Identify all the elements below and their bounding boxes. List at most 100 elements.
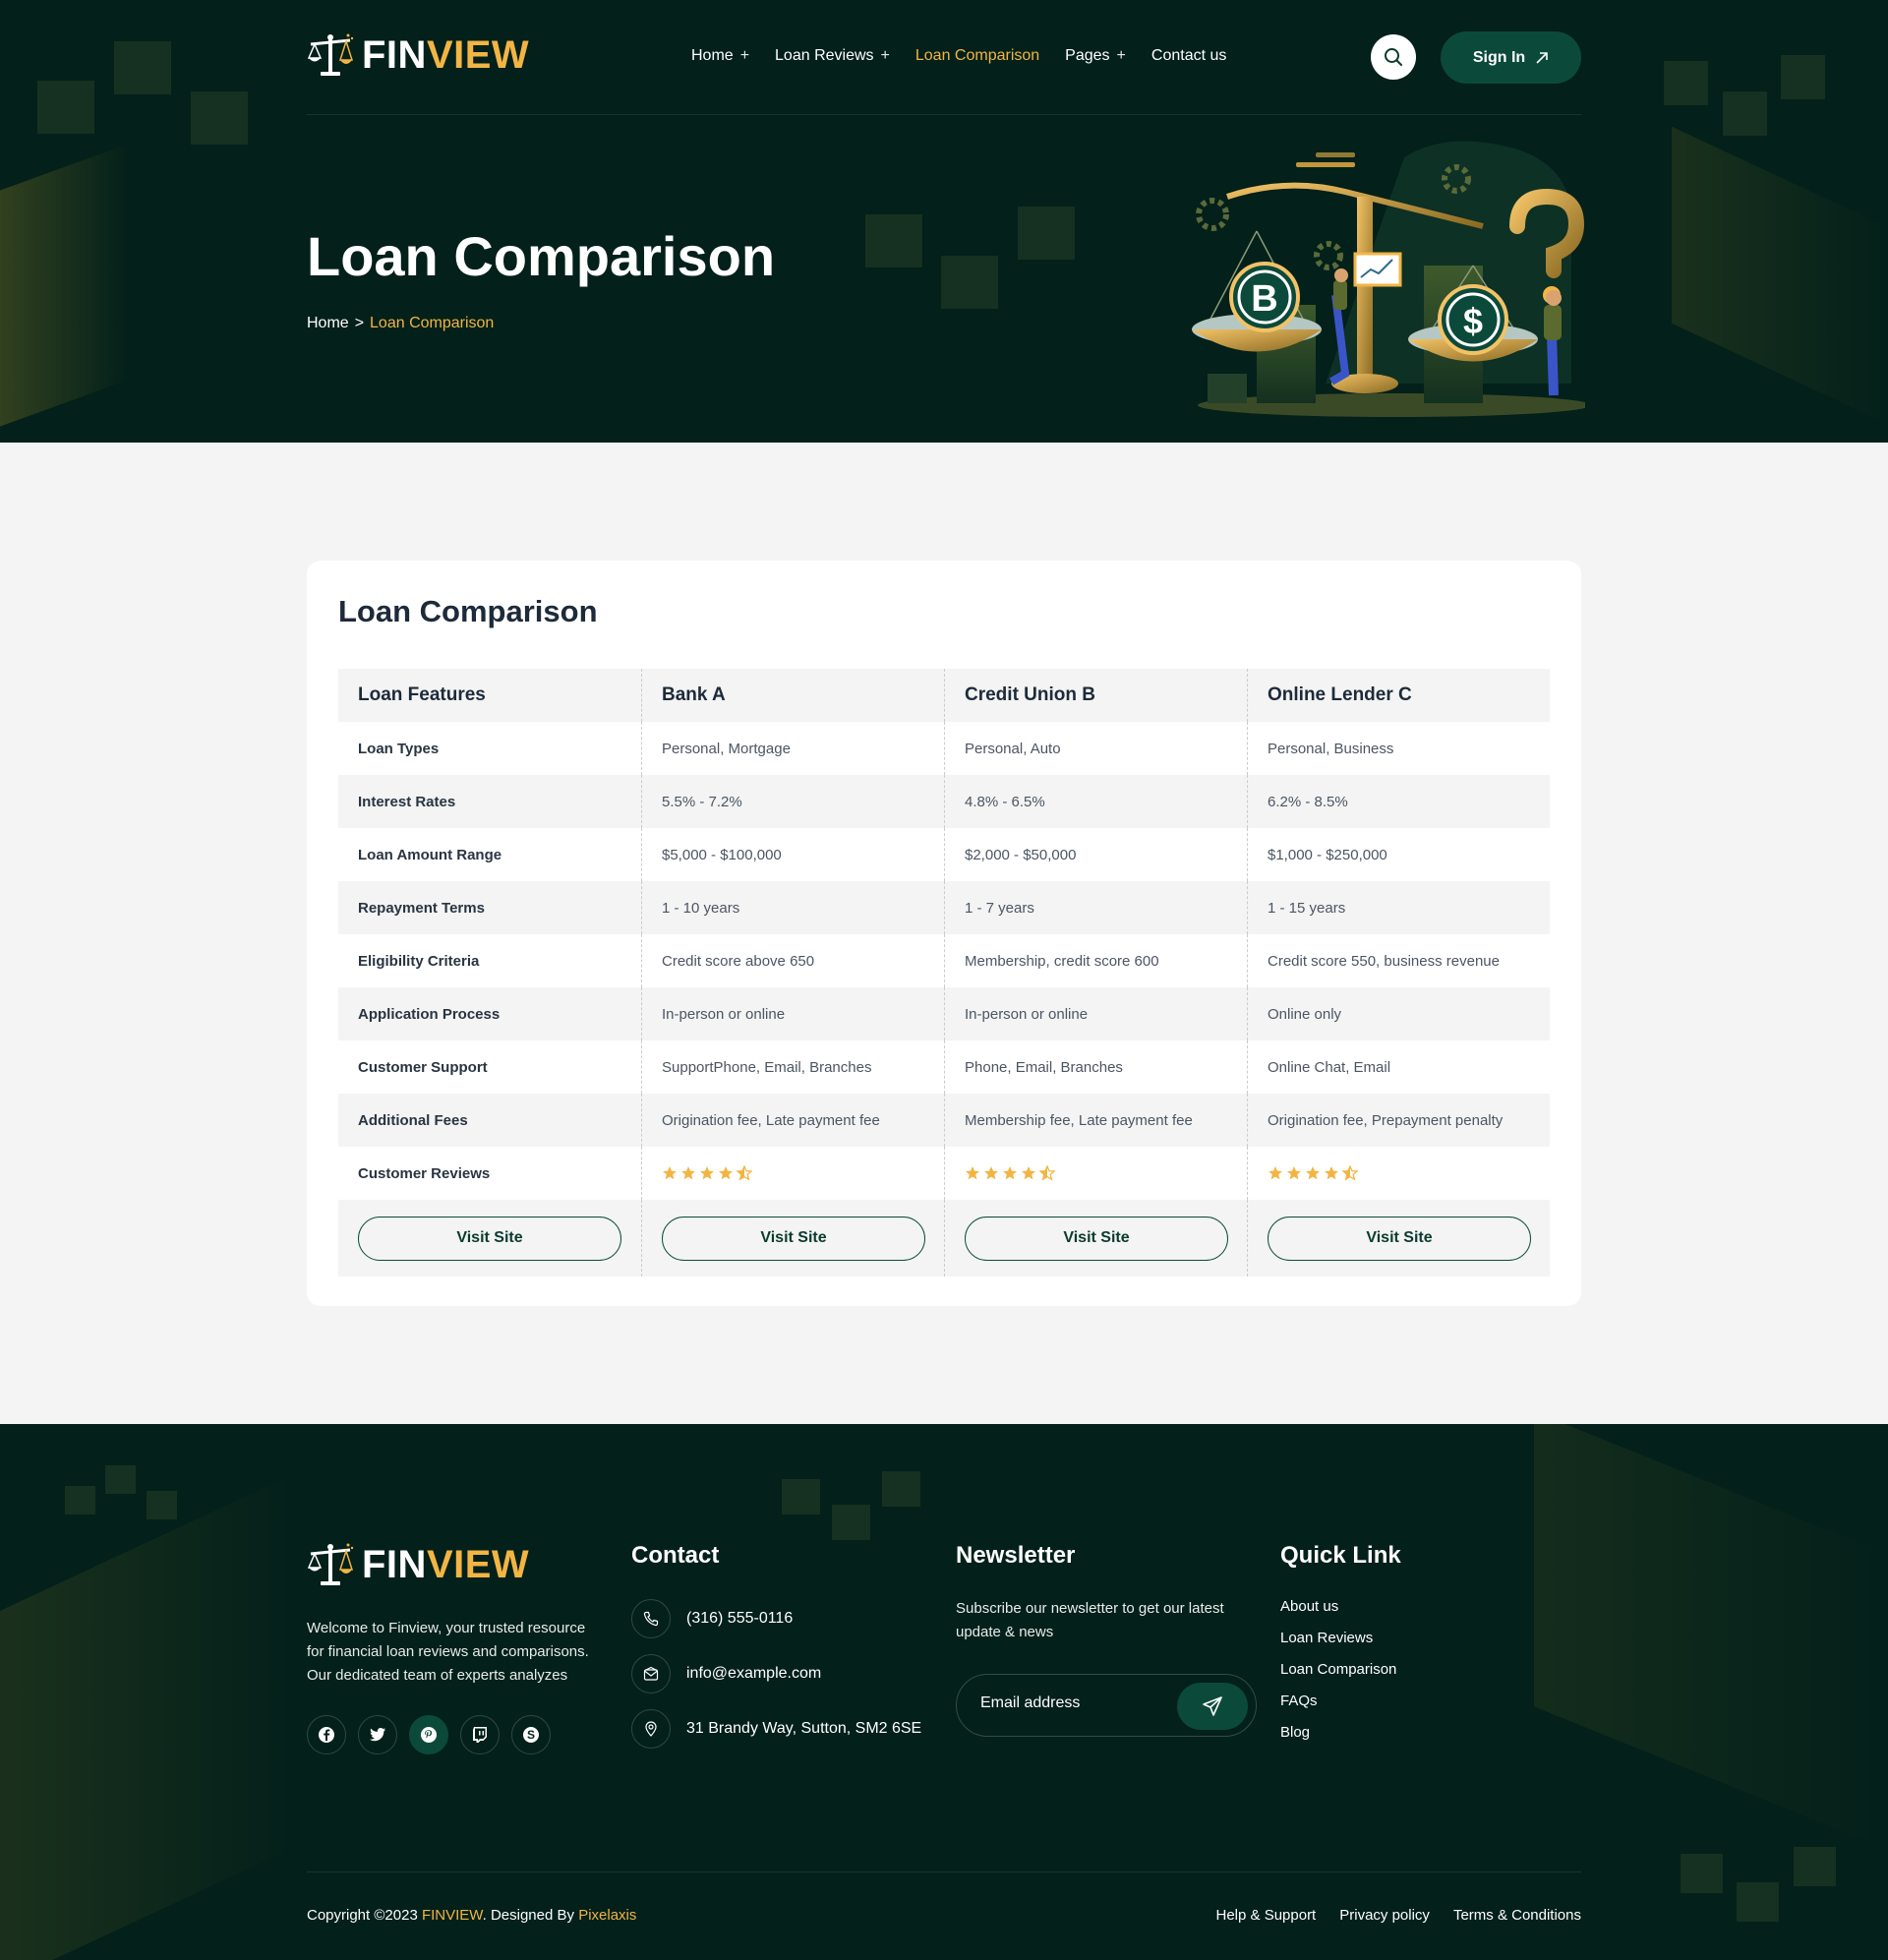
star-half-icon (1039, 1165, 1055, 1181)
table-row: Customer Support SupportPhone, Email, Br… (338, 1040, 1550, 1094)
decor-square (1018, 207, 1075, 260)
top-navbar: FINVIEW Home + Loan Reviews + Loan Compa… (307, 0, 1581, 115)
contact-address-text: 31 Brandy Way, Sutton, SM2 6SE (686, 1720, 922, 1737)
nav-item-contact-us[interactable]: Contact us (1151, 47, 1226, 65)
logo-wordmark: FINVIEW (362, 1543, 529, 1587)
pinterest-link[interactable] (409, 1715, 448, 1754)
table-cell: $2,000 - $50,000 (944, 828, 1247, 881)
contact-phone[interactable]: (316) 555-0116 (631, 1599, 921, 1638)
help-support-link[interactable]: Help & Support (1216, 1907, 1317, 1924)
facebook-link[interactable] (307, 1715, 346, 1754)
sign-in-button[interactable]: Sign In (1441, 31, 1581, 84)
copyright-mid: . Designed By (482, 1907, 579, 1924)
star-rating (662, 1165, 752, 1181)
visit-site-button[interactable]: Visit Site (965, 1216, 1228, 1261)
nav-item-pages[interactable]: Pages + (1065, 47, 1126, 65)
decor-square (1794, 1847, 1836, 1886)
table-cell: Customer Reviews (358, 1164, 491, 1182)
twitch-link[interactable] (460, 1715, 500, 1754)
logo-text-part2: VIEW (426, 32, 530, 77)
main-nav: Home + Loan Reviews + Loan Comparison Pa… (691, 47, 1252, 65)
quick-link-about-us[interactable]: About us (1280, 1591, 1401, 1623)
action-cell: Visit Site (641, 1200, 944, 1277)
decor-square (114, 41, 171, 94)
action-cell: Visit Site (338, 1200, 641, 1277)
nav-label: Pages (1065, 47, 1110, 64)
table-header-cell: Bank A (641, 669, 944, 722)
quick-link-faqs[interactable]: FAQs (1280, 1686, 1401, 1717)
quick-link-blog[interactable]: Blog (1280, 1717, 1401, 1749)
table-cell: Credit score 550, business revenue (1247, 934, 1550, 987)
copyright-brand[interactable]: FINVIEW (422, 1907, 483, 1924)
search-button[interactable] (1371, 34, 1416, 80)
contact-email[interactable]: info@example.com (631, 1654, 921, 1693)
table-cell: Application Process (358, 1005, 501, 1023)
table-cell: Online Chat, Email (1247, 1040, 1550, 1094)
table-cell: Additional Fees (358, 1111, 468, 1129)
sign-in-label: Sign In (1472, 48, 1526, 66)
privacy-policy-link[interactable]: Privacy policy (1339, 1907, 1430, 1924)
visit-site-button[interactable]: Visit Site (1268, 1216, 1531, 1261)
star-full-icon (700, 1166, 714, 1180)
skype-link[interactable]: S (511, 1715, 551, 1754)
footer-about-text: Welcome to Finview, your trusted resourc… (307, 1620, 589, 1684)
newsletter-text: Subscribe our newsletter to get our late… (956, 1600, 1224, 1640)
scale-logo-icon (307, 1543, 354, 1585)
plus-icon: + (880, 47, 890, 64)
table-cell: Membership, credit score 600 (944, 934, 1247, 987)
comparison-card: Loan Comparison Loan Features Bank A Cre… (307, 561, 1581, 1306)
nav-item-home[interactable]: Home + (691, 47, 749, 65)
loan-scale-illustration: B $ (1192, 141, 1585, 417)
twitter-link[interactable] (358, 1715, 397, 1754)
rating-cell (641, 1147, 944, 1200)
star-full-icon (663, 1166, 677, 1180)
twitch-icon (473, 1727, 487, 1743)
nav-item-loan-reviews[interactable]: Loan Reviews + (775, 47, 890, 65)
quick-link-loan-reviews[interactable]: Loan Reviews (1280, 1623, 1401, 1654)
svg-text:S: S (527, 1728, 535, 1742)
star-full-icon (719, 1166, 733, 1180)
visit-site-button[interactable]: Visit Site (662, 1216, 925, 1261)
decor-square (191, 91, 248, 145)
table-cell: Customer Support (358, 1058, 488, 1076)
svg-text:$: $ (1463, 301, 1483, 341)
table-cell: $5,000 - $100,000 (641, 828, 944, 881)
location-pin-icon (631, 1709, 671, 1749)
nav-label: Loan Comparison (914, 47, 1040, 64)
decor-square (865, 214, 922, 267)
table-cell: $1,000 - $250,000 (1247, 828, 1550, 881)
search-icon (1385, 48, 1402, 66)
visit-site-button[interactable]: Visit Site (358, 1216, 621, 1261)
site-logo[interactable]: FINVIEW (307, 32, 529, 78)
table-cell: Interest Rates (358, 793, 456, 810)
action-cell: Visit Site (944, 1200, 1247, 1277)
quick-link-loan-comparison[interactable]: Loan Comparison (1280, 1654, 1401, 1686)
decor-square (832, 1505, 870, 1540)
newsletter-submit-button[interactable] (1177, 1683, 1248, 1730)
table-row: Loan Amount Range $5,000 - $100,000 $2,0… (338, 828, 1550, 881)
footer-contact: Contact (316) 555-0116 info@example.com … (631, 1542, 921, 1749)
footer-logo[interactable]: FINVIEW (307, 1542, 602, 1587)
table-header-row: Loan Features Bank A Credit Union B Onli… (338, 669, 1550, 722)
star-full-icon (1268, 1166, 1282, 1180)
table-cell: Personal, Auto (944, 722, 1247, 775)
skype-icon: S (523, 1727, 539, 1743)
footer-bottom-bar: Copyright ©2023 FINVIEW. Designed By Pix… (307, 1871, 1581, 1924)
decor-square (1737, 1882, 1779, 1922)
table-row: Loan Types Personal, Mortgage Personal, … (338, 722, 1550, 775)
newsletter-email-input[interactable] (980, 1694, 1167, 1712)
hero-section: FINVIEW Home + Loan Reviews + Loan Compa… (0, 0, 1888, 443)
table-cell: Loan Amount Range (358, 846, 502, 863)
designer-link[interactable]: Pixelaxis (578, 1907, 636, 1924)
table-cell: Loan Types (358, 740, 440, 757)
star-half-icon (737, 1165, 752, 1181)
table-row: Repayment Terms 1 - 10 years 1 - 7 years… (338, 881, 1550, 934)
nav-item-loan-comparison[interactable]: Loan Comparison (915, 47, 1039, 65)
footer-about: FINVIEW Welcome to Finview, your trusted… (307, 1542, 602, 1754)
table-cell: Online only (1247, 987, 1550, 1040)
terms-conditions-link[interactable]: Terms & Conditions (1453, 1907, 1581, 1924)
table-cell: 4.8% - 6.5% (944, 775, 1247, 828)
table-cell: 1 - 15 years (1247, 881, 1550, 934)
breadcrumb-home[interactable]: Home (307, 315, 349, 332)
copyright-text: Copyright ©2023 FINVIEW. Designed By Pix… (307, 1907, 636, 1924)
